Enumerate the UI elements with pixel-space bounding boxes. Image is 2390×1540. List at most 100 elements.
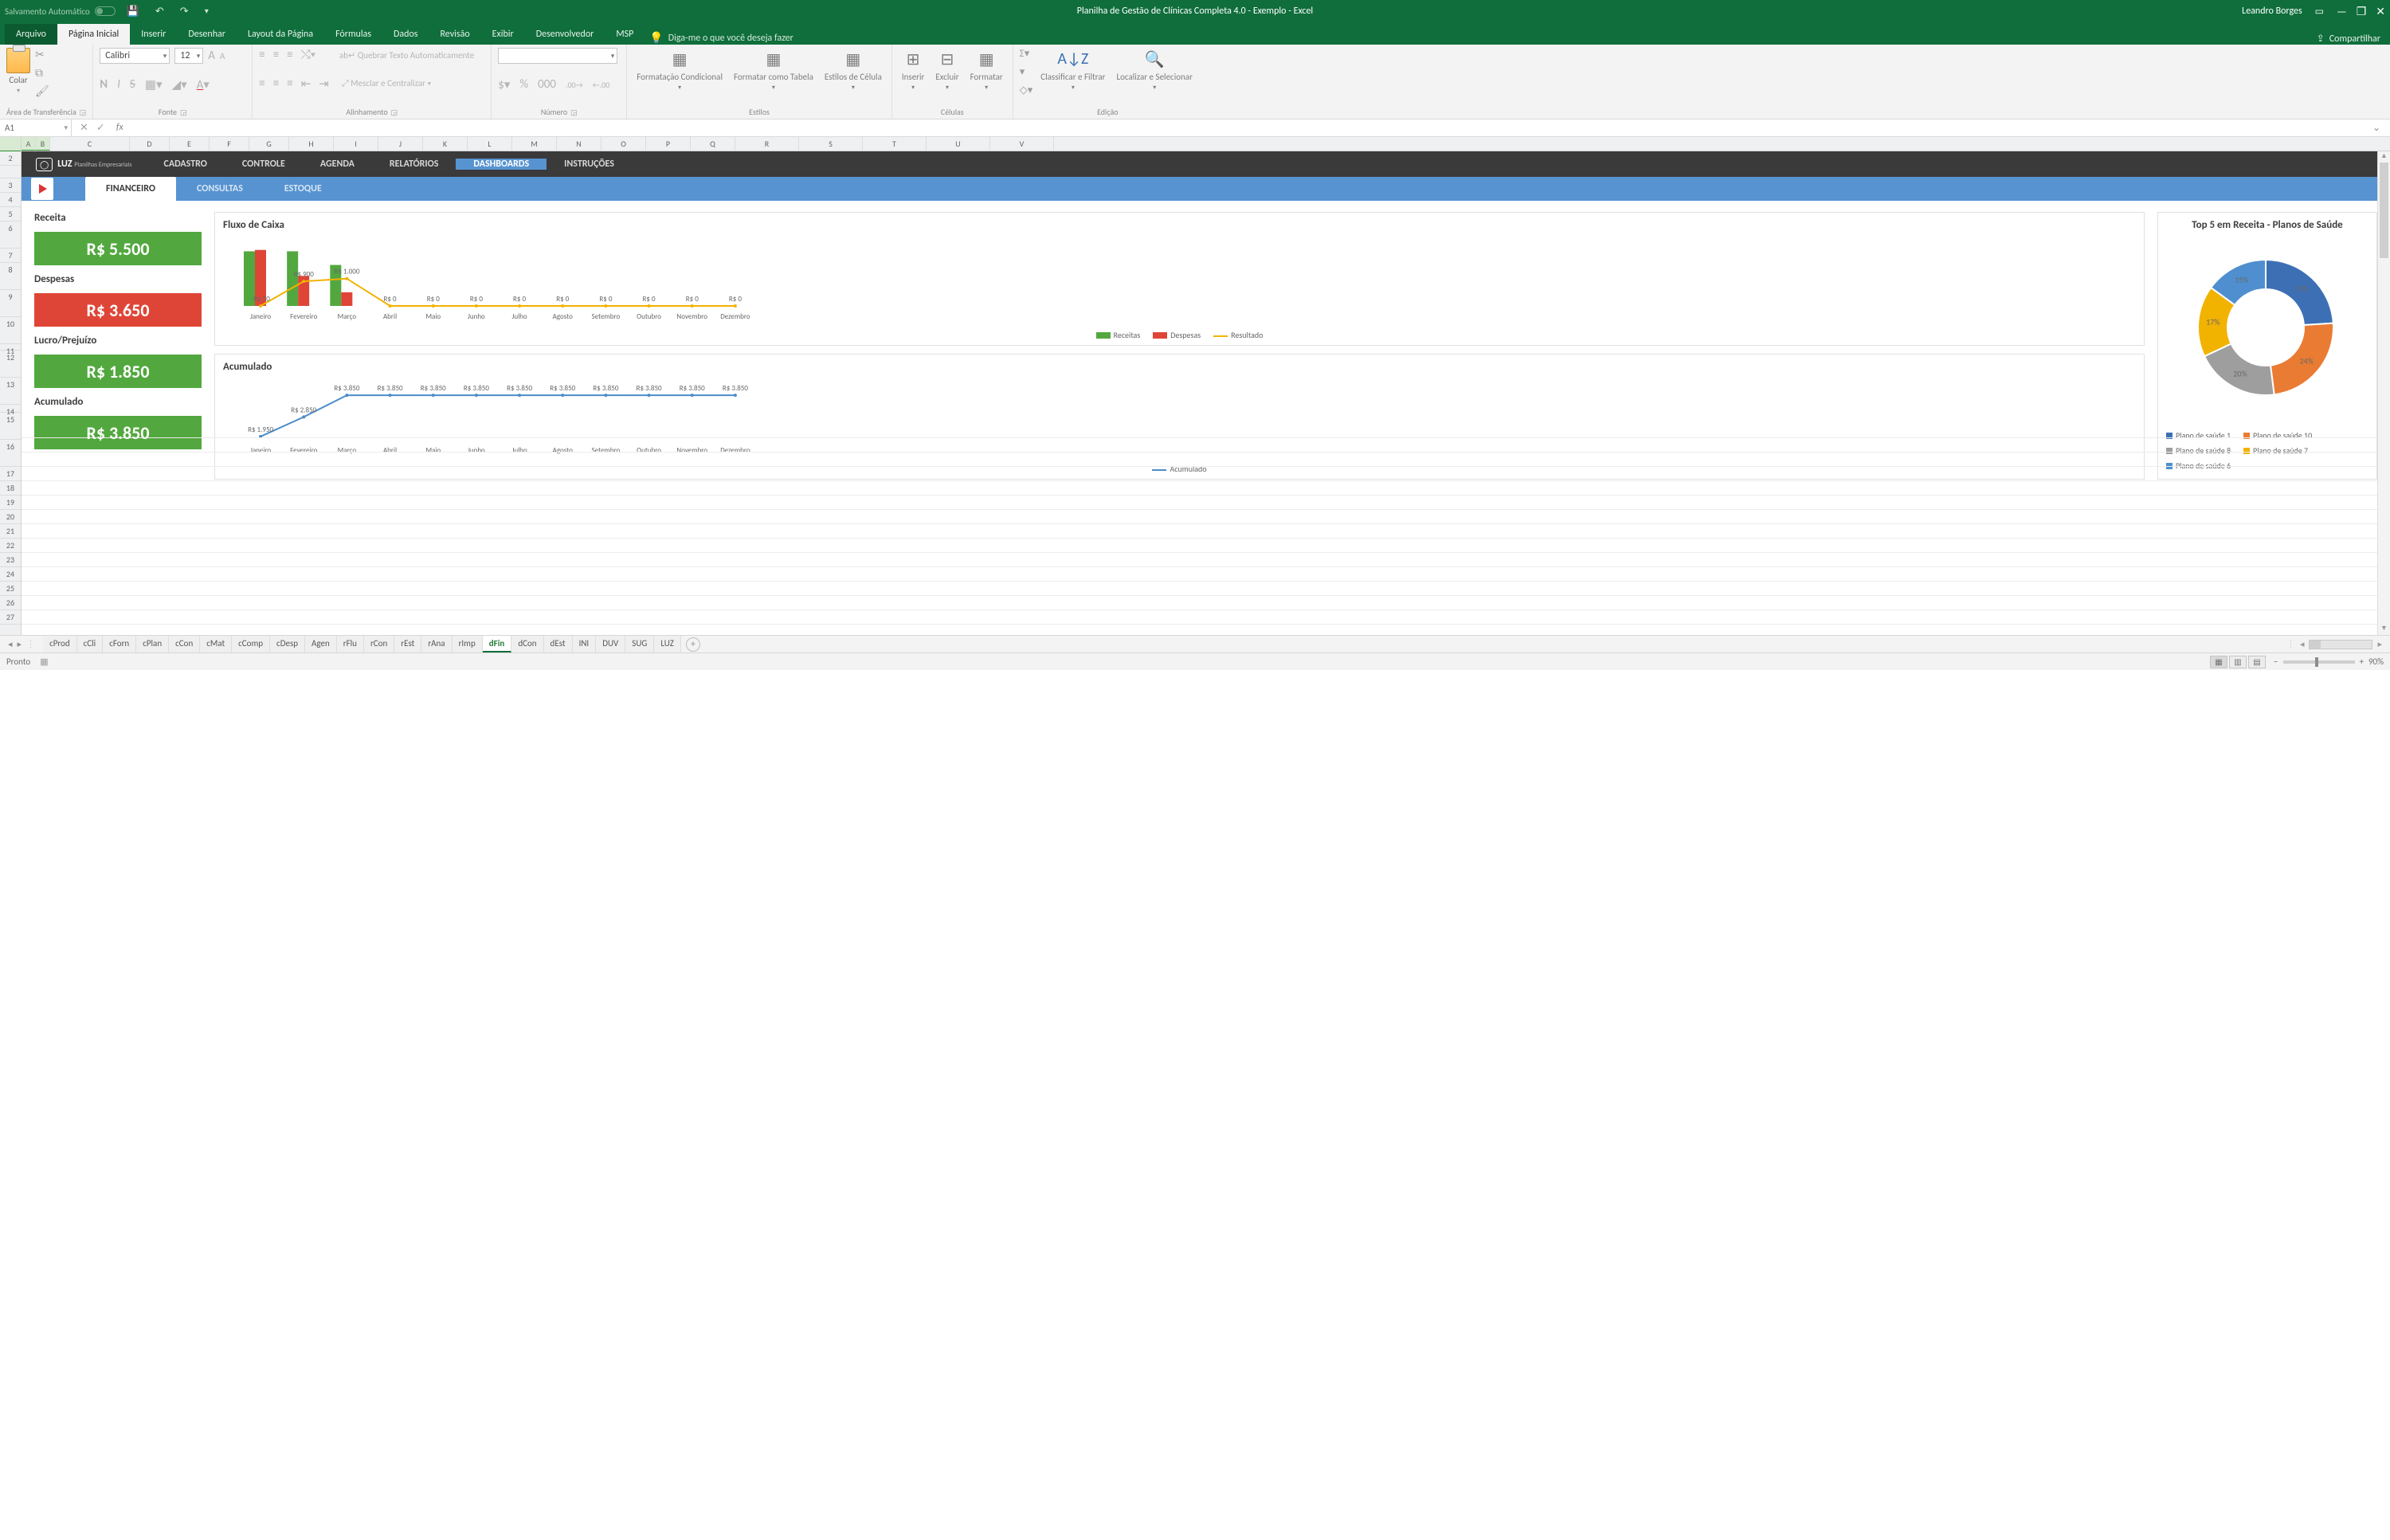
redo-icon[interactable]: ↷ bbox=[180, 6, 189, 18]
number-launcher-icon[interactable]: ◲ bbox=[570, 108, 578, 117]
zoom-in-icon[interactable]: + bbox=[2360, 656, 2364, 667]
copy-icon[interactable]: ⧉ bbox=[35, 66, 49, 80]
save-icon[interactable]: 💾 bbox=[127, 6, 139, 18]
cancel-formula-icon[interactable]: ✕ bbox=[80, 122, 88, 134]
paste-button[interactable]: Colar ▾ bbox=[6, 48, 30, 98]
font-launcher-icon[interactable]: ◲ bbox=[180, 108, 187, 117]
sheet-tab-dCon[interactable]: dCon bbox=[511, 636, 543, 652]
sheet-tab-rEst[interactable]: rEst bbox=[394, 636, 421, 652]
horizontal-scrollbar[interactable] bbox=[2309, 640, 2372, 649]
decrease-indent-icon[interactable]: ⇤ bbox=[301, 76, 311, 92]
align-bottom-icon[interactable]: ≡ bbox=[287, 48, 292, 62]
nav-controle[interactable]: CONTROLE bbox=[225, 159, 303, 170]
sheet-tab-rCon[interactable]: rCon bbox=[364, 636, 394, 652]
view-normal-icon[interactable]: ▦ bbox=[2210, 656, 2227, 668]
close-icon[interactable]: ✕ bbox=[2376, 5, 2385, 18]
view-page-break-icon[interactable]: ▤ bbox=[2248, 656, 2266, 668]
user-name[interactable]: Leandro Borges bbox=[2242, 6, 2302, 17]
play-button[interactable] bbox=[31, 178, 53, 200]
sheet-tab-Agen[interactable]: Agen bbox=[305, 636, 337, 652]
tab-file[interactable]: Arquivo bbox=[5, 24, 57, 45]
column-headers[interactable]: ABCDEFGHIJKLMNOPQRSTUV bbox=[22, 137, 2390, 151]
border-icon[interactable]: ▦▾ bbox=[145, 77, 163, 92]
hscroll-left-icon[interactable]: ◂ bbox=[2297, 639, 2308, 649]
autosave-toggle[interactable]: Salvamento Automático bbox=[5, 6, 116, 17]
number-format-combo[interactable] bbox=[498, 48, 617, 64]
format-as-table-button[interactable]: ▦Formatar como Tabela▾ bbox=[731, 48, 817, 92]
sheet-nav-first-icon[interactable]: ◂ bbox=[8, 639, 13, 649]
zoom-out-icon[interactable]: − bbox=[2274, 656, 2278, 667]
formula-bar-expand-icon[interactable]: ⌄ bbox=[2363, 122, 2390, 134]
nav-relatorios[interactable]: RELATÓRIOS bbox=[372, 159, 456, 170]
sheet-tab-DUV[interactable]: DUV bbox=[596, 636, 625, 652]
ribbon-display-icon[interactable]: ▭ bbox=[2315, 6, 2324, 18]
sheet-tab-LUZ[interactable]: LUZ bbox=[654, 636, 681, 652]
align-launcher-icon[interactable]: ◲ bbox=[391, 108, 398, 117]
font-color-icon[interactable]: A▾ bbox=[197, 77, 210, 92]
sheet-tab-cMat[interactable]: cMat bbox=[200, 636, 232, 652]
align-center-icon[interactable]: ≡ bbox=[273, 76, 279, 91]
fx-icon[interactable]: fx bbox=[116, 122, 123, 134]
subtab-consultas[interactable]: CONSULTAS bbox=[176, 177, 264, 201]
enter-formula-icon[interactable]: ✓ bbox=[96, 122, 105, 134]
row-headers[interactable]: 1234567891011121314151617181920212223242… bbox=[0, 137, 22, 635]
font-size-combo[interactable]: 12 bbox=[174, 48, 203, 64]
bold-icon[interactable]: N bbox=[100, 77, 108, 92]
autosum-icon[interactable]: Σ▾ bbox=[1020, 48, 1033, 60]
qat-dropdown-icon[interactable]: ▾ bbox=[205, 6, 209, 18]
delete-cells-button[interactable]: ⊟Excluir▾ bbox=[932, 48, 962, 92]
maximize-icon[interactable]: ❐ bbox=[2357, 5, 2367, 18]
fill-icon[interactable]: ▾ bbox=[1020, 66, 1033, 78]
subtab-financeiro[interactable]: FINANCEIRO bbox=[85, 177, 176, 201]
sheet-tab-cDesp[interactable]: cDesp bbox=[270, 636, 305, 652]
sheet-tab-SUG[interactable]: SUG bbox=[625, 636, 654, 652]
accounting-icon[interactable]: $▾ bbox=[498, 77, 510, 92]
clipboard-launcher-icon[interactable]: ◲ bbox=[80, 108, 87, 117]
sheet-tab-rImp[interactable]: rImp bbox=[453, 636, 483, 652]
increase-decimal-icon[interactable]: .00→ bbox=[566, 80, 583, 90]
underline-icon[interactable]: S bbox=[130, 77, 135, 92]
sheet-tab-dFin[interactable]: dFin bbox=[483, 636, 512, 652]
sheet-tab-cProd[interactable]: cProd bbox=[43, 636, 77, 652]
wrap-text-icon[interactable]: ab↵ bbox=[339, 50, 355, 61]
decrease-decimal-icon[interactable]: ←.00 bbox=[593, 80, 610, 90]
tab-developer[interactable]: Desenvolvedor bbox=[525, 24, 605, 45]
align-left-icon[interactable]: ≡ bbox=[259, 76, 264, 91]
zoom-slider[interactable] bbox=[2283, 660, 2355, 664]
view-page-layout-icon[interactable]: ▥ bbox=[2229, 656, 2247, 668]
sheet-tab-cForn[interactable]: cForn bbox=[103, 636, 136, 652]
sheet-tab-cPlan[interactable]: cPlan bbox=[136, 636, 169, 652]
tab-review[interactable]: Revisão bbox=[429, 24, 481, 45]
share-button[interactable]: ⇪ Compartilhar bbox=[2317, 33, 2390, 45]
autosave-switch-icon[interactable] bbox=[95, 6, 116, 16]
increase-font-icon[interactable]: A bbox=[208, 49, 215, 63]
find-select-button[interactable]: 🔍Localizar e Selecionar▾ bbox=[1114, 48, 1196, 92]
tab-view[interactable]: Exibir bbox=[481, 24, 525, 45]
macro-record-icon[interactable]: ▦ bbox=[40, 656, 48, 667]
sort-filter-button[interactable]: A↓ZClassificar e Filtrar▾ bbox=[1037, 48, 1108, 92]
conditional-formatting-button[interactable]: ▦Formatação Condicional▾ bbox=[633, 48, 726, 92]
undo-icon[interactable]: ↶ bbox=[155, 6, 164, 18]
insert-cells-button[interactable]: ⊞Inserir▾ bbox=[899, 48, 928, 92]
tab-draw[interactable]: Desenhar bbox=[177, 24, 237, 45]
percent-icon[interactable]: % bbox=[519, 77, 528, 92]
orientation-icon[interactable]: ⤭▾ bbox=[301, 48, 315, 62]
name-box[interactable]: A1 bbox=[0, 120, 72, 136]
tab-data[interactable]: Dados bbox=[382, 24, 429, 45]
align-right-icon[interactable]: ≡ bbox=[287, 76, 292, 91]
sheet-tab-cComp[interactable]: cComp bbox=[232, 636, 270, 652]
sheet-tab-cCon[interactable]: cCon bbox=[169, 636, 200, 652]
hscroll-right-icon[interactable]: ▸ bbox=[2374, 639, 2385, 649]
nav-instrucoes[interactable]: INSTRUÇÕES bbox=[547, 159, 632, 170]
fill-color-icon[interactable]: ◢▾ bbox=[172, 77, 187, 92]
sheet-nav-last-icon[interactable]: ▸ bbox=[18, 639, 22, 649]
sheet-tab-dEst[interactable]: dEst bbox=[544, 636, 573, 652]
nav-cadastro[interactable]: CADASTRO bbox=[146, 159, 224, 170]
merge-icon[interactable]: ⤢ bbox=[342, 78, 349, 88]
align-middle-icon[interactable]: ≡ bbox=[273, 48, 279, 62]
format-painter-icon[interactable]: 🖌 bbox=[35, 84, 49, 98]
comma-icon[interactable]: 000 bbox=[538, 77, 556, 92]
subtab-estoque[interactable]: ESTOQUE bbox=[264, 177, 343, 201]
vertical-scrollbar[interactable]: ▲ ▼ bbox=[2377, 151, 2390, 635]
tab-insert[interactable]: Inserir bbox=[130, 24, 177, 45]
